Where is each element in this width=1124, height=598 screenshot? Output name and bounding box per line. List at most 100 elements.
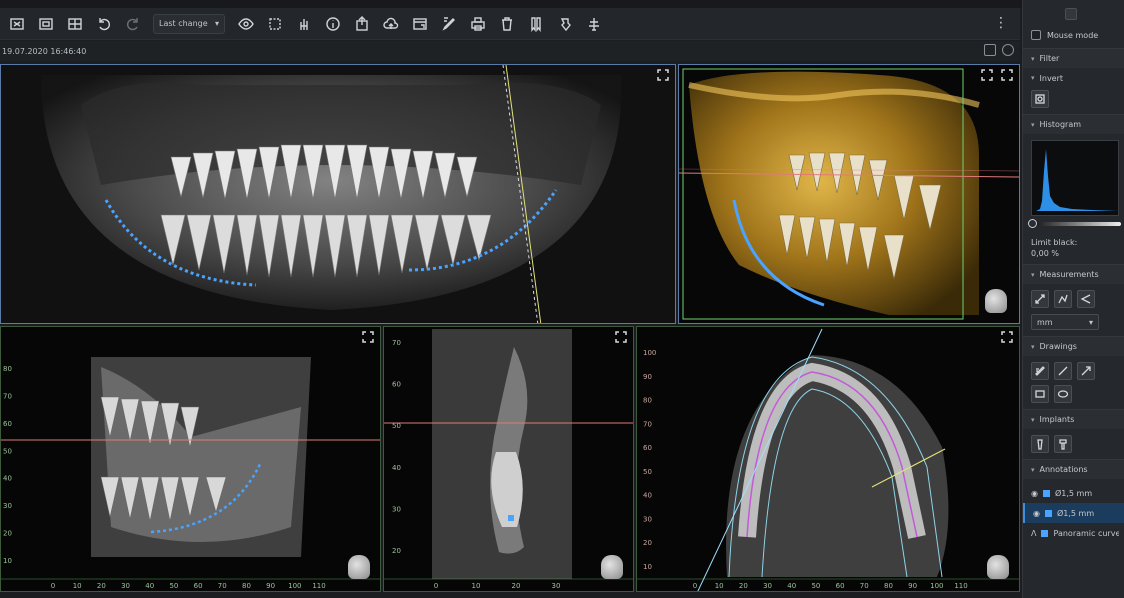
axial-view[interactable]: 100 90 80 70 60 50 40 30 20 10 0 10 20 30 40 50 60 70 80 9…	[636, 326, 1020, 592]
cloud-upload-icon[interactable]	[379, 12, 403, 36]
chevron-down-icon: ▾	[1031, 342, 1035, 351]
annotation-item[interactable]: ◉ Ø1,5 mm	[1023, 503, 1124, 523]
axis-tick-label: 60	[3, 420, 12, 428]
measurements-section: mm ▾	[1023, 284, 1124, 336]
history-select[interactable]: Last change ▾	[153, 13, 225, 34]
expand-panoramic-icon[interactable]	[657, 69, 669, 81]
line-tool-icon[interactable]	[1054, 362, 1072, 380]
measurements-section-header[interactable]: ▾ Measurements	[1023, 264, 1124, 284]
more-menu-icon[interactable]: ⋮	[994, 14, 1008, 32]
axis-tick-label: 70	[392, 339, 401, 347]
abutment-icon[interactable]	[1054, 435, 1072, 453]
eye-icon[interactable]: ◉	[1031, 489, 1038, 498]
expand-axial-icon[interactable]	[1001, 331, 1013, 343]
angle-tool-icon[interactable]	[1077, 290, 1095, 308]
axis-tick-label: 40	[3, 475, 12, 483]
axis-tick-label: 20	[392, 547, 401, 555]
orientation-head-icon[interactable]	[987, 555, 1009, 579]
axis-tick-label: 60	[194, 582, 203, 590]
axis-tick-label: 100	[930, 582, 943, 590]
undo-icon[interactable]	[92, 12, 116, 36]
save-layout-icon[interactable]	[984, 44, 996, 56]
orientation-head-icon[interactable]	[985, 289, 1007, 313]
axis-tick-label: 40	[145, 582, 154, 590]
axis-tick-label: 60	[392, 381, 401, 389]
orientation-head-icon[interactable]	[601, 555, 623, 579]
distance-tool-icon[interactable]	[1031, 290, 1049, 308]
select-area-icon[interactable]	[263, 12, 287, 36]
axis-tick-label: 50	[392, 422, 401, 430]
lock-view-icon[interactable]	[981, 69, 993, 81]
export-icon[interactable]	[350, 12, 374, 36]
drawings-section-header[interactable]: ▾ Drawings	[1023, 336, 1124, 356]
filter-section-header[interactable]: ▾ Filter	[1023, 48, 1124, 68]
window-icon[interactable]	[408, 12, 432, 36]
delete-icon[interactable]	[495, 12, 519, 36]
orientation-head-icon[interactable]	[348, 555, 370, 579]
implants-section	[1023, 429, 1124, 459]
redo-icon[interactable]	[121, 12, 145, 36]
expand-cross-section-icon[interactable]	[615, 331, 627, 343]
bookmark-icon[interactable]	[524, 12, 548, 36]
expand-sagittal-icon[interactable]	[362, 331, 374, 343]
limit-black-slider[interactable]	[1028, 219, 1121, 228]
layout-grid-icon[interactable]	[63, 12, 87, 36]
implant-tool-icon[interactable]	[582, 12, 606, 36]
implants-section-header[interactable]: ▾ Implants	[1023, 409, 1124, 429]
axis-tick-label: 80	[3, 365, 12, 373]
rectangle-tool-icon[interactable]	[1031, 385, 1049, 403]
sagittal-view[interactable]: 80 70 60 50 40 30 20 10 0 10 20 30 40 50 60 70 80 90 100 1…	[0, 326, 381, 592]
unit-select-value: mm	[1037, 317, 1053, 327]
hand-tool-icon[interactable]	[292, 12, 316, 36]
expand-volume-icon[interactable]	[1001, 69, 1013, 81]
panoramic-image	[1, 65, 675, 323]
polyline-tool-icon[interactable]	[1054, 290, 1072, 308]
layout-single-icon[interactable]	[34, 12, 58, 36]
mouse-mode-toggle[interactable]: Mouse mode	[1023, 28, 1124, 48]
axis-tick-label: 80	[884, 582, 893, 590]
study-status-bar: 19.07.2020 16:46:40	[0, 41, 1020, 61]
annotation-item[interactable]: Λ Panoramic curve	[1023, 523, 1124, 543]
eye-icon[interactable]: ◉	[1033, 509, 1040, 518]
annotation-item[interactable]: ◉ Ø1,5 mm	[1023, 483, 1124, 503]
cross-section-view[interactable]: 70 60 50 40 30 20 0 10 20 30	[383, 326, 634, 592]
invert-button[interactable]	[1031, 90, 1049, 108]
chevron-down-icon: ▾	[1031, 270, 1035, 279]
panoramic-view[interactable]	[0, 64, 676, 324]
axis-tick-label: 30	[392, 505, 401, 513]
curve-icon[interactable]: Λ	[1031, 529, 1036, 538]
limit-black-handle[interactable]	[1028, 219, 1037, 228]
pen-icon[interactable]	[437, 12, 461, 36]
pin-icon[interactable]	[1065, 8, 1077, 20]
chevron-down-icon: ▾	[1088, 317, 1093, 327]
freehand-tool-icon[interactable]	[1031, 362, 1049, 380]
chevron-down-icon: ▾	[1031, 54, 1035, 63]
invert-section-header[interactable]: ▾ Invert	[1023, 68, 1124, 88]
ellipse-tool-icon[interactable]	[1054, 385, 1072, 403]
axis-tick-label: 90	[908, 582, 917, 590]
axis-tick-label: 30	[763, 582, 772, 590]
close-panel-icon[interactable]	[1002, 44, 1014, 56]
arrow-tool-icon[interactable]	[1077, 362, 1095, 380]
annotation-color-swatch	[1041, 529, 1049, 537]
annotations-section-header[interactable]: ▾ Annotations	[1023, 459, 1124, 479]
study-datetime: 19.07.2020 16:46:40	[2, 46, 87, 56]
implant-icon[interactable]	[1031, 435, 1049, 453]
view-eye-icon[interactable]	[234, 12, 258, 36]
reset-view-icon[interactable]	[553, 12, 577, 36]
axis-tick-label: 110	[312, 582, 325, 590]
volume-render-image	[679, 65, 1019, 323]
unit-select[interactable]: mm ▾	[1031, 314, 1099, 330]
drawings-section	[1023, 356, 1124, 409]
axis-tick-label: 10	[472, 582, 481, 590]
3d-volume-view[interactable]	[678, 64, 1020, 324]
axis-tick-label: 10	[643, 563, 652, 571]
info-icon[interactable]	[321, 12, 345, 36]
mouse-mode-checkbox[interactable]	[1031, 30, 1041, 40]
histogram-section-header[interactable]: ▾ Histogram	[1023, 114, 1124, 134]
print-icon[interactable]	[466, 12, 490, 36]
axis-tick-label: 50	[3, 447, 12, 455]
axis-tick-label: 60	[643, 444, 652, 452]
axis-tick-label: 40	[787, 582, 796, 590]
close-study-icon[interactable]	[5, 12, 29, 36]
